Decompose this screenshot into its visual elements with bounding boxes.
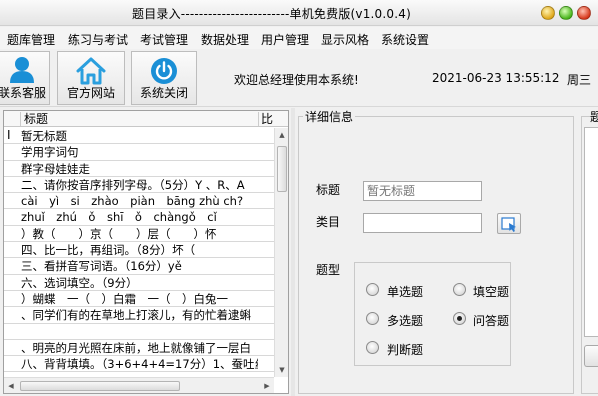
contact-support-button[interactable]: 联系客服 (0, 51, 50, 105)
row-title: ）蝴蝶 一（ ）白霜 一（ ）白兔一 (21, 291, 228, 306)
menu-data-processing[interactable]: 数据处理 (201, 31, 249, 48)
table-row[interactable]: ）教（ ）京（ ）层（ ）怀 (4, 226, 274, 243)
table-row[interactable] (4, 324, 274, 340)
table-row[interactable]: cài yì si zhào piàn bāng zhù ch? (4, 193, 274, 210)
menu-question-bank[interactable]: 题库管理 (7, 31, 55, 48)
table-row[interactable]: zhuǐ zhú ǒ shī ǒ chàngǒ cǐ (4, 209, 274, 226)
right-content-box[interactable] (584, 127, 598, 337)
minimize-button[interactable] (541, 6, 555, 20)
list-header: 标题 比 (4, 111, 288, 127)
system-shutdown-label: 系统关闭 (139, 86, 188, 100)
vertical-scroll-thumb[interactable] (277, 146, 287, 192)
right-groupbox (581, 116, 598, 394)
table-row[interactable]: 二、请你按音序排列字母。（5分）Y 、R、A (4, 177, 274, 194)
question-list[interactable]: 标题 比 I 暂无标题 学用字词句 群字母娃娃走 二、请你按音序排列字母。（5分）Y … (3, 110, 289, 394)
row-title: 四、比一比，再组词。（8分）坏（ (21, 243, 196, 258)
table-row[interactable]: 暂无标题 (4, 128, 274, 145)
title-label: 标题 (316, 183, 341, 197)
right-action-button[interactable] (584, 345, 598, 367)
table-row[interactable]: ）蝴蝶 一（ ）白霜 一（ ）白兔一 (4, 291, 274, 308)
table-row[interactable]: 三、看拼音写词语。（16分）yě (4, 258, 274, 275)
scroll-up-icon[interactable]: ▲ (275, 128, 288, 142)
list-rows: 暂无标题学用字词句 群字母娃娃走 二、请你按音序排列字母。（5分）Y 、R、A cài… (4, 128, 274, 373)
true-false-label: 判断题 (387, 343, 424, 357)
official-website-label: 官方网站 (66, 86, 115, 100)
row-title: 学用字词句 (21, 145, 79, 160)
menu-display-style[interactable]: 显示风格 (321, 31, 369, 48)
window-title: 题目录入------------------------单机免费版(v1.0.0… (132, 7, 411, 21)
radio-multiple-choice[interactable] (366, 312, 379, 325)
user-icon (9, 56, 35, 87)
radio-true-false[interactable] (366, 341, 379, 354)
contact-support-label: 联系客服 (0, 86, 46, 100)
category-input[interactable] (363, 213, 482, 233)
welcome-message: 欢迎总经理使用本系统! (234, 73, 359, 87)
table-row[interactable]: 、明亮的月光照在床前，地上就像铺了一层白 (4, 340, 274, 357)
row-title: cài yì si zhào piàn bāng zhù ch? (21, 194, 244, 209)
detail-legend: 详细信息 (303, 108, 356, 125)
title-input[interactable] (363, 181, 482, 201)
column-header-title[interactable]: 标题 (20, 112, 258, 126)
table-row[interactable]: 、同学们有的在草地上打滚儿，有的忙着逮蝌 (4, 307, 274, 324)
table-row[interactable]: 六、选词填空。（9分） (4, 275, 274, 291)
menu-exam-management[interactable]: 考试管理 (140, 31, 188, 48)
current-datetime: 2021-06-23 13:55:12 (432, 71, 560, 85)
category-picker-button[interactable] (497, 213, 521, 234)
radio-single-choice[interactable] (366, 283, 379, 296)
table-row[interactable]: 八、背背填填。（3+6+4+4=17分）1、蚕吐丝 (4, 356, 274, 373)
single-choice-label: 单选题 (387, 285, 424, 299)
table-row[interactable]: 四、比一比，再组词。（8分）坏（ (4, 242, 274, 259)
table-row[interactable]: 群字母娃娃走 (4, 161, 274, 177)
row-title: 、明亮的月光照在床前，地上就像铺了一层白 (21, 340, 251, 355)
maximize-button[interactable] (559, 6, 573, 20)
right-legend: 题 (590, 110, 598, 124)
radio-fill-blank[interactable] (453, 283, 466, 296)
multiple-choice-label: 多选题 (387, 314, 424, 328)
fill-blank-label: 填空题 (473, 285, 510, 299)
short-answer-label: 问答题 (473, 314, 510, 328)
row-title: 群字母娃娃走 (21, 161, 90, 176)
current-weekday: 周三 (567, 73, 592, 87)
close-button[interactable] (577, 6, 591, 20)
row-title: 二、请你按音序排列字母。（5分）Y 、R、A (21, 177, 245, 192)
toolbar: 联系客服 官方网站 系统关闭 欢迎总经理使用本系统! 2021-06-23 13… (0, 49, 598, 107)
scroll-right-icon[interactable]: ▶ (260, 379, 274, 393)
row-title: 三、看拼音写词语。（16分）yě (21, 259, 182, 274)
system-shutdown-button[interactable]: 系统关闭 (131, 51, 197, 105)
row-title: 六、选词填空。（9分） (21, 275, 138, 290)
menu-practice-exam[interactable]: 练习与考试 (68, 31, 128, 48)
horizontal-scroll-thumb[interactable] (20, 381, 180, 391)
row-title: 八、背背填填。（3+6+4+4=17分）1、蚕吐丝 (21, 357, 258, 372)
type-label: 题型 (316, 263, 341, 277)
menu-user-management[interactable]: 用户管理 (261, 31, 309, 48)
table-row[interactable]: 学用字词句 (4, 144, 274, 161)
row-title: zhuǐ zhú ǒ shī ǒ chàngǒ cǐ (21, 210, 217, 225)
category-label: 类目 (316, 215, 341, 229)
horizontal-scrollbar[interactable]: ◀ ▶ (4, 377, 274, 393)
scroll-left-icon[interactable]: ◀ (4, 379, 18, 393)
row-title: ）教（ ）京（ ）层（ ）怀 (21, 226, 217, 241)
column-header-ratio[interactable]: 比 (258, 112, 274, 126)
vertical-scrollbar[interactable]: ▲ ▼ (274, 128, 288, 377)
menu-system-settings[interactable]: 系统设置 (381, 31, 429, 48)
menu-bar: 题库管理 练习与考试 考试管理 数据处理 用户管理 显示风格 系统设置 (0, 27, 598, 49)
title-bar: 题目录入------------------------单机免费版(v1.0.0… (0, 0, 598, 26)
row-title: 、同学们有的在草地上打滚儿，有的忙着逮蝌 (21, 308, 251, 323)
row-title: 暂无标题 (21, 129, 67, 143)
scroll-down-icon[interactable]: ▼ (275, 363, 288, 377)
select-arrow-icon (501, 217, 516, 232)
official-website-button[interactable]: 官方网站 (57, 51, 125, 105)
radio-short-answer[interactable] (453, 312, 466, 325)
panel-splitter[interactable] (291, 108, 295, 396)
